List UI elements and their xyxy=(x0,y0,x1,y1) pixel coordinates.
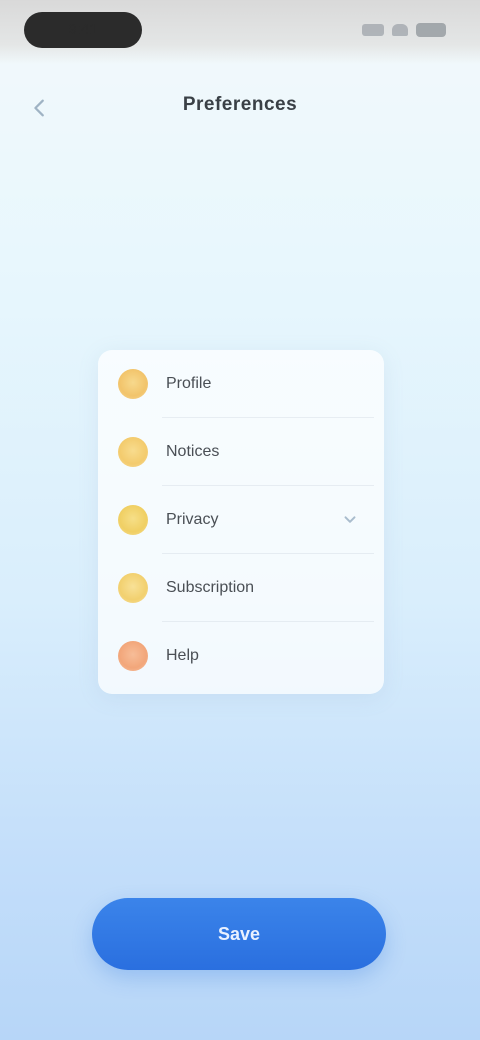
status-time: 9:41 xyxy=(24,12,142,48)
circle-dot-icon xyxy=(118,437,148,467)
menu-item-notices[interactable]: Notices xyxy=(98,418,384,486)
signal-icon xyxy=(362,24,384,36)
menu-item-label: Help xyxy=(166,647,199,664)
circle-dot-icon xyxy=(118,641,148,671)
menu-item-help[interactable]: Help xyxy=(98,622,384,690)
status-bar: 9:41 xyxy=(0,0,480,64)
chevron-left-icon xyxy=(34,99,44,117)
settings-card: Profile Notices Privacy Subscription Hel… xyxy=(98,350,384,694)
wifi-icon xyxy=(392,24,408,36)
circle-dot-icon xyxy=(118,505,148,535)
back-button[interactable] xyxy=(18,86,62,130)
menu-item-label: Privacy xyxy=(166,511,219,528)
battery-icon xyxy=(416,23,446,37)
circle-dot-icon xyxy=(118,573,148,603)
circle-dot-icon xyxy=(118,369,148,399)
menu-item-subscription[interactable]: Subscription xyxy=(98,554,384,622)
status-icons xyxy=(362,20,446,40)
save-button[interactable]: Save xyxy=(92,898,386,970)
chevron-down-icon xyxy=(340,510,360,530)
menu-item-profile[interactable]: Profile xyxy=(98,350,384,418)
page-title: Preferences xyxy=(182,94,298,115)
menu-item-label: Notices xyxy=(166,443,220,460)
menu-item-label: Profile xyxy=(166,375,212,392)
menu-item-label: Subscription xyxy=(166,579,255,596)
menu-item-privacy[interactable]: Privacy xyxy=(98,486,384,554)
navigation-bar: Preferences xyxy=(0,78,480,138)
